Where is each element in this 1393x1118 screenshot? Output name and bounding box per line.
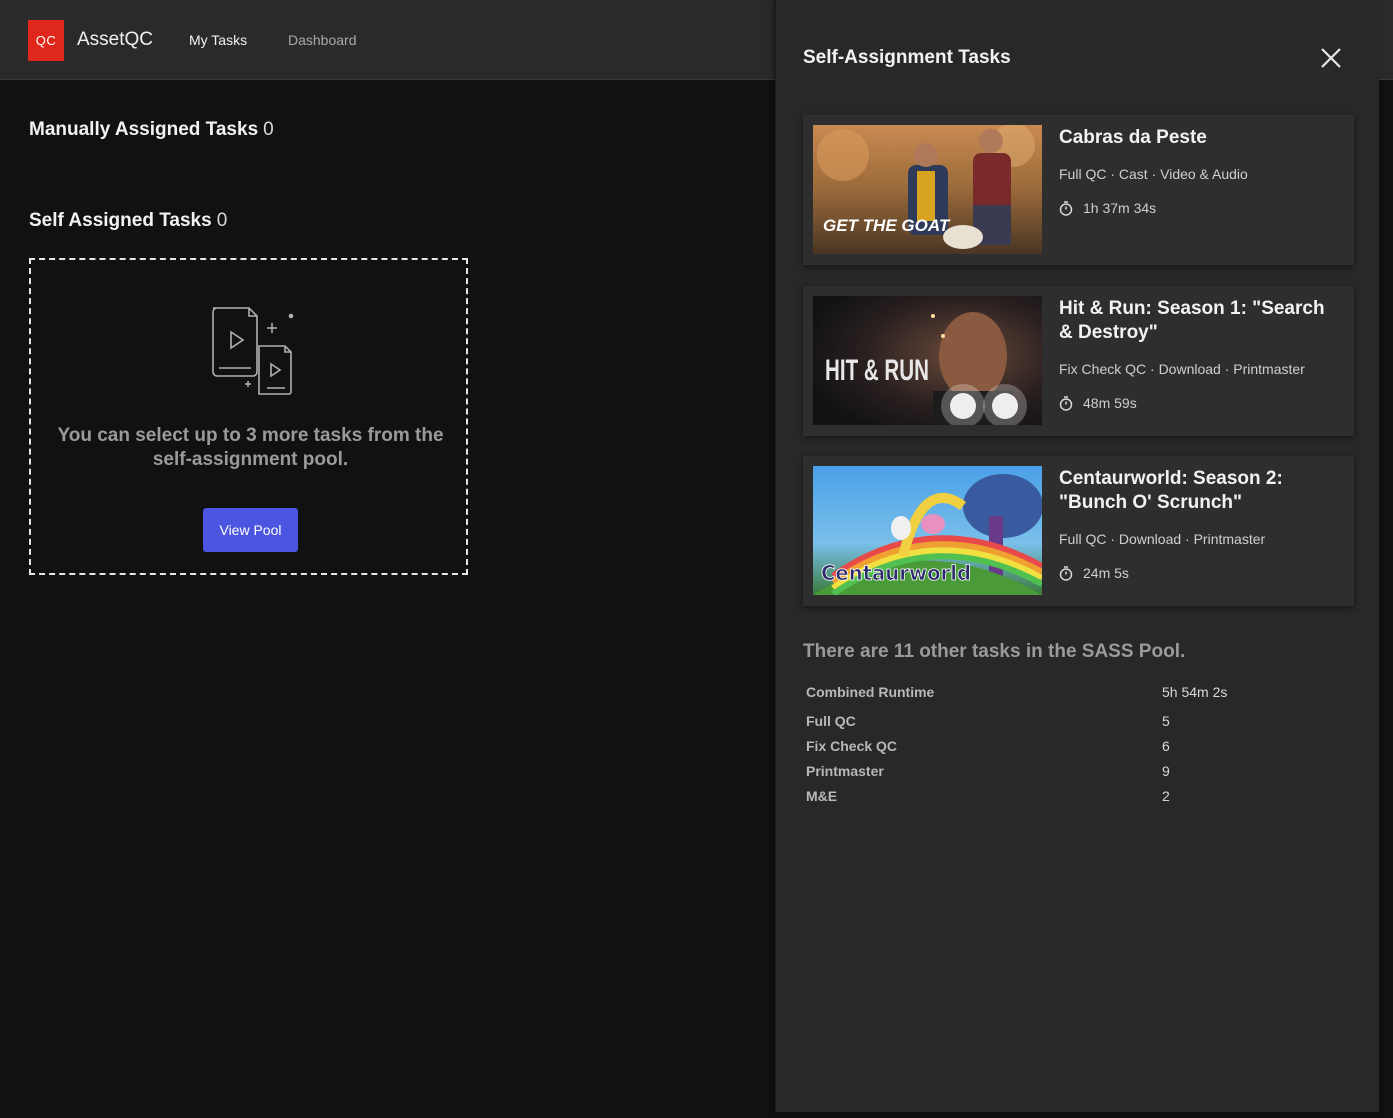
task-thumbnail: GET THE GOAT	[813, 125, 1042, 254]
self-assignment-panel: Self-Assignment Tasks GET THE GOAT Cabra…	[775, 0, 1379, 1112]
stats-value: 2	[1162, 788, 1170, 804]
task-runtime-value: 24m 5s	[1083, 565, 1129, 581]
stats-value: 9	[1162, 763, 1170, 779]
manually-assigned-count: 0	[263, 119, 274, 140]
self-assigned-count: 0	[216, 210, 228, 231]
self-assigned-heading: Self Assigned Tasks 0	[29, 210, 227, 232]
stats-label: Printmaster	[806, 763, 884, 779]
thumb-caption: Centaurworld	[821, 561, 971, 585]
stats-label: M&E	[806, 788, 838, 804]
stats-value: 5	[1162, 713, 1170, 729]
self-assigned-label: Self Assigned Tasks	[29, 210, 212, 231]
view-pool-button[interactable]: View Pool	[203, 508, 298, 552]
stats-value: 6	[1162, 738, 1170, 754]
thumb-caption: GET THE GOAT	[823, 216, 951, 235]
self-assigned-empty-state: You can select up to 3 more tasks from t…	[29, 258, 468, 575]
stats-label: Fix Check QC	[806, 738, 898, 754]
empty-state-message: You can select up to 3 more tasks from t…	[57, 425, 444, 470]
task-card[interactable]: Centaurworld Centaurworld: Season 2: "Bu…	[803, 456, 1354, 606]
task-runtime-value: 1h 37m 34s	[1083, 200, 1157, 216]
stats-label: Combined Runtime	[806, 684, 935, 700]
task-meta: Full QC · Download · Printmaster	[1059, 531, 1266, 547]
task-thumbnail: HIT & RUN	[813, 296, 1042, 425]
stats-value: 5h 54m 2s	[1162, 684, 1228, 700]
app-logo[interactable]: QC	[28, 20, 64, 61]
video-files-icon	[212, 307, 294, 395]
pool-summary: There are 11 other tasks in the SASS Poo…	[803, 641, 1186, 662]
app-name[interactable]: AssetQC	[77, 29, 153, 51]
panel-title: Self-Assignment Tasks	[803, 47, 1011, 68]
thumb-caption: HIT & RUN	[825, 354, 929, 387]
task-card[interactable]: HIT & RUN Hit & Run: Season 1: "Search &…	[803, 286, 1354, 436]
task-runtime-value: 48m 59s	[1083, 395, 1137, 411]
task-runtime: 24m 5s	[1059, 565, 1129, 581]
task-title: Cabras da Peste	[1059, 127, 1207, 148]
stats-label: Full QC	[806, 713, 856, 729]
nav-my-tasks[interactable]: My Tasks	[189, 32, 247, 48]
manually-assigned-label: Manually Assigned Tasks	[29, 119, 259, 140]
task-title: Centaurworld: Season 2: "Bunch O' Scrunc…	[1059, 468, 1283, 513]
task-title: Hit & Run: Season 1: "Search & Destroy"	[1059, 298, 1325, 343]
task-card[interactable]: GET THE GOAT Cabras da Peste Full QC · C…	[803, 115, 1354, 265]
task-runtime: 48m 59s	[1059, 395, 1137, 411]
task-runtime: 1h 37m 34s	[1059, 200, 1156, 216]
task-thumbnail: Centaurworld	[813, 466, 1042, 595]
close-icon[interactable]	[1319, 46, 1343, 70]
task-meta: Full QC · Cast · Video & Audio	[1059, 166, 1248, 182]
stopwatch-icon	[1059, 395, 1073, 411]
stopwatch-icon	[1059, 565, 1073, 581]
manually-assigned-heading: Manually Assigned Tasks 0	[29, 119, 274, 141]
task-meta: Fix Check QC · Download · Printmaster	[1059, 361, 1305, 377]
stopwatch-icon	[1059, 200, 1073, 216]
nav-dashboard[interactable]: Dashboard	[288, 32, 357, 48]
